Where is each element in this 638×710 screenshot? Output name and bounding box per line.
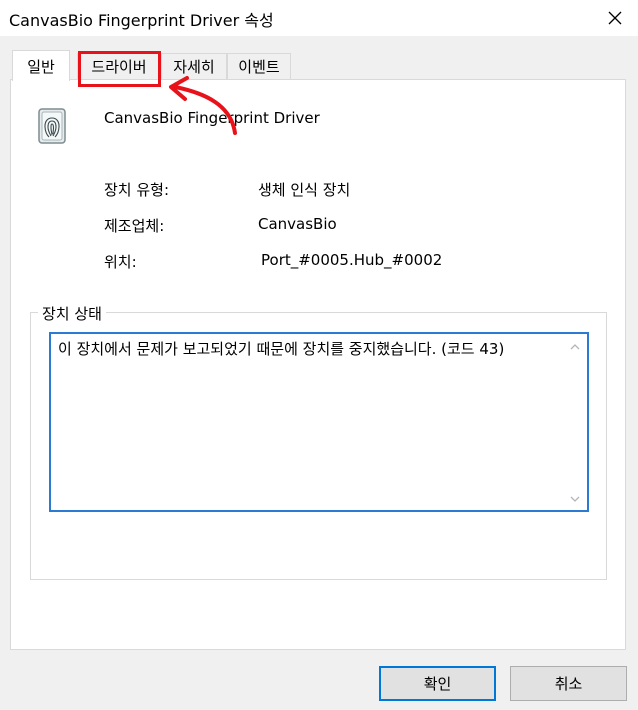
device-status-legend: 장치 상태 — [38, 303, 106, 324]
device-type-label: 장치 유형: — [104, 181, 170, 199]
cancel-button[interactable]: 취소 — [510, 666, 627, 701]
device-status-textbox[interactable]: 이 장치에서 문제가 보고되었기 때문에 장치를 중지했습니다. (코드 43) — [49, 332, 589, 512]
driver-tab-highlight — [78, 51, 161, 87]
cancel-button-label: 취소 — [554, 675, 583, 693]
manufacturer-label: 제조업체: — [104, 217, 165, 235]
annotation-arrow-icon — [169, 76, 237, 135]
tab-general[interactable]: 일반 — [12, 50, 70, 81]
device-status-text: 이 장치에서 문제가 보고되었기 때문에 장치를 중지했습니다. (코드 43) — [58, 340, 505, 358]
close-icon — [608, 11, 622, 25]
ok-button[interactable]: 확인 — [379, 666, 496, 701]
tab-general-label: 일반 — [27, 57, 55, 76]
chevron-up-icon — [570, 344, 580, 350]
tab-details-label: 자세히 — [173, 58, 215, 76]
location-value: Port_#0005.Hub_#0002 — [261, 251, 443, 269]
scroll-down-button[interactable] — [569, 494, 581, 504]
chevron-down-icon — [570, 496, 580, 502]
close-button[interactable] — [592, 0, 638, 36]
device-type-value: 생체 인식 장치 — [258, 181, 351, 199]
scroll-up-button[interactable] — [569, 342, 581, 352]
tab-events-label: 이벤트 — [238, 58, 280, 76]
location-label: 위치: — [104, 253, 137, 271]
ok-button-label: 확인 — [423, 675, 452, 693]
window-title: CanvasBio Fingerprint Driver 속성 — [9, 11, 274, 30]
title-bar: CanvasBio Fingerprint Driver 속성 — [0, 0, 638, 36]
fingerprint-icon — [38, 108, 66, 144]
manufacturer-value: CanvasBio — [258, 215, 337, 233]
